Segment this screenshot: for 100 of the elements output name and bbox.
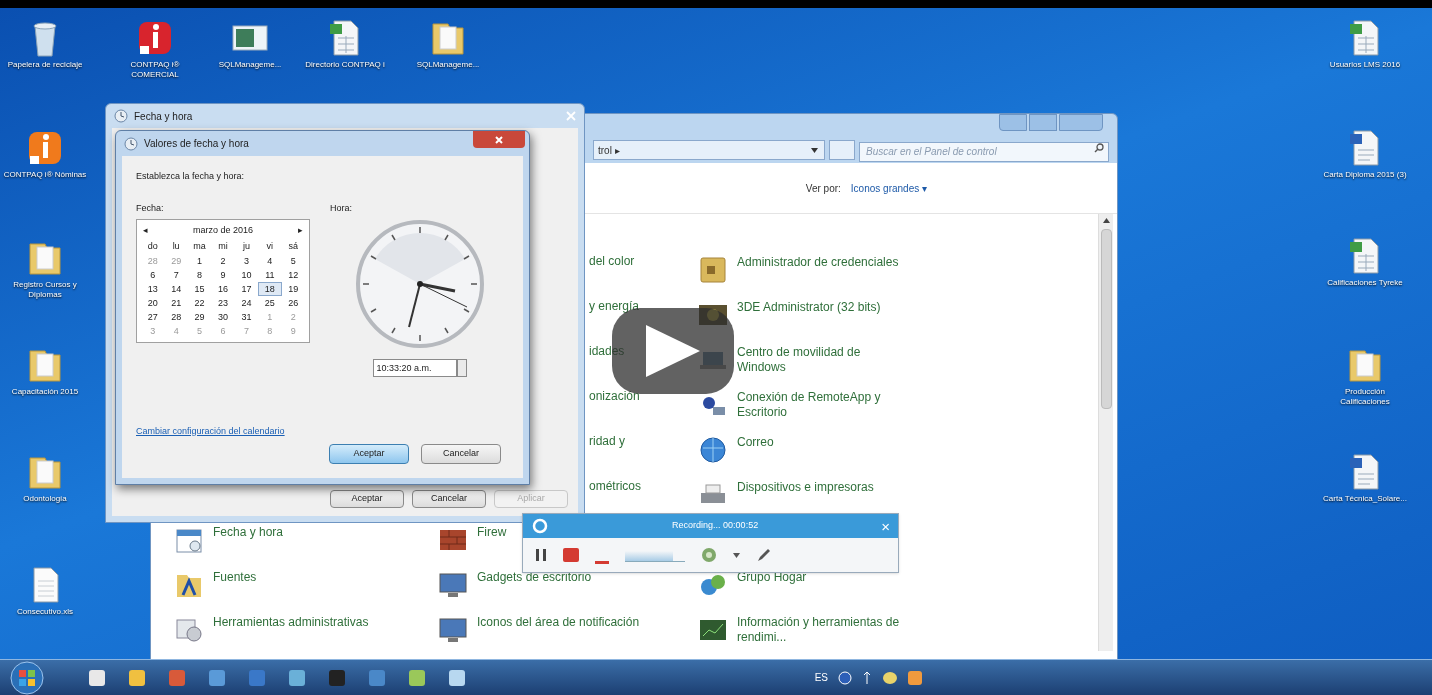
desktop-icon-label[interactable]: Capacitación 2015 <box>11 387 79 397</box>
pause-icon[interactable] <box>535 548 547 562</box>
time-spinner[interactable] <box>456 359 467 377</box>
control-panel-item[interactable]: del color <box>589 254 635 269</box>
desktop-icon-label[interactable]: Carta Técnica_Solare... <box>1323 494 1407 504</box>
calendar-day[interactable]: 22 <box>187 295 212 310</box>
desktop-icon-label[interactable]: CONTPAQ i® COMERCIAL <box>113 60 197 80</box>
scrollbar[interactable] <box>1098 214 1113 651</box>
calendar-day[interactable]: 21 <box>164 295 188 310</box>
next-month-arrow[interactable]: ▸ <box>298 224 303 238</box>
control-panel-item[interactable]: ridad y <box>589 434 626 449</box>
control-panel-item[interactable]: Información y herramientas de rendimi... <box>737 614 907 645</box>
tray-app-icon[interactable] <box>908 670 922 685</box>
calendar-day[interactable]: 29 <box>187 309 212 324</box>
calendar-day[interactable]: 5 <box>281 253 305 268</box>
desktop-icon-label[interactable]: Consecutivo.xls <box>17 607 73 617</box>
calendar-day[interactable]: 30 <box>211 309 235 324</box>
desktop-icon-label[interactable]: Registro Cursos y Diplomas <box>3 280 87 300</box>
dialog-button[interactable]: Aceptar <box>330 490 404 508</box>
control-panel-item[interactable]: Herramientas administrativas <box>213 614 369 630</box>
calendar-day[interactable]: 25 <box>258 295 282 310</box>
month-title[interactable]: marzo de 2016 <box>192 224 253 238</box>
address-bar[interactable]: trol ▸ <box>593 140 825 161</box>
taskbar-app-icon[interactable] <box>288 668 306 687</box>
calendar-day[interactable]: 8 <box>187 267 212 282</box>
calendar-day[interactable]: 2 <box>211 253 235 268</box>
control-panel-item[interactable]: Fuentes <box>213 569 257 585</box>
pen-icon[interactable] <box>756 547 772 563</box>
control-panel-item[interactable]: Iconos del área de notificación <box>477 614 640 630</box>
taskbar-app-icon[interactable] <box>88 668 106 687</box>
dropdown-icon[interactable] <box>811 147 818 153</box>
taskbar-app-icon[interactable] <box>128 668 146 687</box>
volume-slider[interactable] <box>625 548 685 562</box>
taskbar-app-icon[interactable] <box>408 668 426 687</box>
control-panel-item[interactable]: Conexión de RemoteApp y Escritorio <box>737 389 907 420</box>
calendar-day[interactable]: 16 <box>211 281 235 296</box>
dialog-button[interactable]: Cancelar <box>412 490 486 508</box>
calendar-day[interactable]: 6 <box>141 267 165 282</box>
control-panel-item[interactable]: 3DE Administrator (32 bits) <box>737 299 881 315</box>
control-panel-item[interactable]: Dispositivos e impresoras <box>737 479 874 495</box>
calendar[interactable]: ◂ marzo de 2016 ▸ do lu ma mi ju vi sá 28 29 1 2 3 4 5 6 7 8 9 10 11 12 13 14 15 16 17 18 19 20 21 22 23 24 25 26 27 28 29 30 31 1 2 3 4 5 6 7 8 9 <box>136 219 310 343</box>
calendar-day[interactable]: 18 <box>258 281 282 296</box>
dialog-button[interactable]: Aceptar <box>329 444 409 464</box>
calendar-day[interactable]: 17 <box>234 281 259 296</box>
calendar-day[interactable]: 12 <box>281 267 305 282</box>
calendar-day[interactable]: 26 <box>281 295 305 310</box>
desktop-icon-label[interactable]: Usuarios LMS 2016 <box>1329 60 1401 70</box>
control-panel-item[interactable]: Centro de movilidad de Windows <box>737 344 907 375</box>
dialog-button[interactable]: Cancelar <box>421 444 501 464</box>
control-panel-item[interactable]: Firew <box>477 524 507 540</box>
calendar-day[interactable]: 4 <box>258 253 282 268</box>
calendar-day[interactable]: 28 <box>164 309 188 324</box>
view-dropdown[interactable]: Iconos grandes ▾ <box>850 180 927 196</box>
desktop-icon-label[interactable]: Papelera de reciclaje <box>7 60 83 70</box>
camera-icon[interactable] <box>701 547 717 563</box>
calendar-day[interactable]: 14 <box>164 281 188 296</box>
control-panel-item[interactable]: onización <box>589 389 640 404</box>
calendar-day[interactable]: 27 <box>141 309 165 324</box>
calendar-day[interactable]: 23 <box>211 295 235 310</box>
calendar-day[interactable]: 20 <box>141 295 165 310</box>
close-button[interactable] <box>473 131 525 148</box>
previous-month-arrow[interactable]: ◂ <box>143 224 148 238</box>
calendar-day[interactable]: 15 <box>187 281 212 296</box>
calendar-day[interactable]: 11 <box>258 267 282 282</box>
desktop-icon-label[interactable]: Carta Diploma 2015 (3) <box>1323 170 1407 180</box>
control-panel-item[interactable]: Grupo Hogar <box>737 569 807 585</box>
search-field[interactable]: Buscar en el Panel de control <box>859 141 1109 162</box>
scroll-up-icon[interactable] <box>1102 218 1110 223</box>
desktop-icon-label[interactable]: Producción Calificaciones <box>1323 387 1407 407</box>
desktop-icon-label[interactable]: SQLManageme... <box>416 60 480 70</box>
taskbar-app-icon[interactable] <box>448 668 466 687</box>
dropdown-icon[interactable] <box>733 552 740 558</box>
tray-app-icon[interactable] <box>882 670 898 685</box>
calendar-day[interactable]: 13 <box>141 281 165 296</box>
taskbar-app-icon[interactable] <box>208 668 226 687</box>
calendar-day[interactable]: 19 <box>281 281 305 296</box>
control-panel-item[interactable]: Gadgets de escritorio <box>477 569 592 585</box>
desktop-icon-label[interactable]: Calificaciones Tyreke <box>1327 278 1403 288</box>
calendar-day[interactable]: 31 <box>234 309 259 324</box>
desktop-icon-label[interactable]: Directorio CONTPAQ i <box>305 60 385 70</box>
desktop-icon-label[interactable]: Odontología <box>23 494 67 504</box>
calendar-day[interactable]: 10 <box>234 267 259 282</box>
calendar-day[interactable]: 1 <box>187 253 212 268</box>
calendar-day[interactable]: 7 <box>164 267 188 282</box>
help-icon[interactable] <box>838 670 852 685</box>
calendar-day[interactable]: 24 <box>234 295 259 310</box>
desktop-icon-label[interactable]: SQLManageme... <box>218 60 282 70</box>
start-button[interactable] <box>10 660 44 695</box>
control-panel-item[interactable]: y energía <box>589 299 640 314</box>
calendar-day[interactable]: 9 <box>211 267 235 282</box>
refresh-button[interactable] <box>829 140 855 161</box>
language-indicator[interactable]: ES <box>814 670 828 685</box>
control-panel-item[interactable]: ométricos <box>589 479 641 494</box>
control-panel-item[interactable]: Fecha y hora <box>213 524 284 540</box>
control-panel-item[interactable]: Administrador de credenciales <box>737 254 899 270</box>
time-field[interactable]: 10:33:20 a.m. <box>372 359 457 377</box>
desktop-icon-label[interactable]: CONTPAQ i® Nóminas <box>3 170 87 180</box>
calendar-settings-link[interactable]: Cambiar configuración del calendario <box>136 424 509 438</box>
control-panel-item[interactable]: Correo <box>737 434 774 450</box>
calendar-day[interactable]: 3 <box>234 253 259 268</box>
